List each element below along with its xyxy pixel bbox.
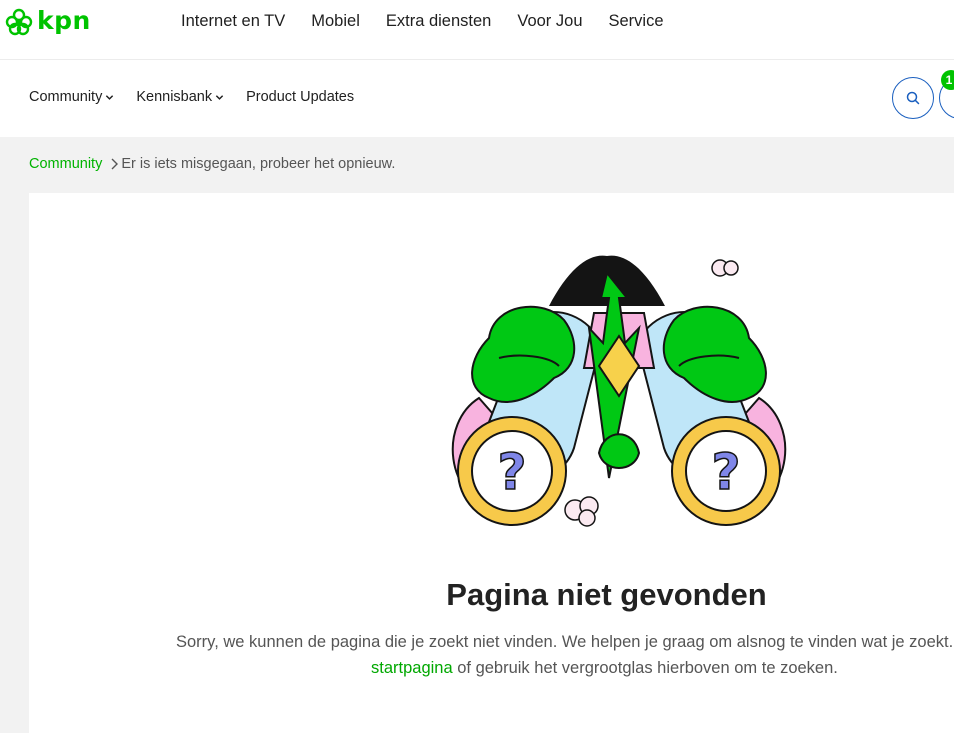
subnav-community-label: Community — [29, 89, 103, 105]
svg-text:?: ? — [711, 443, 740, 501]
community-navigation-bar: Community Kennisbank Product Updates 1 — [0, 60, 954, 137]
error-message: Sorry, we kunnen de pagina die je zoekt … — [176, 633, 954, 651]
top-navigation-bar: kpn Internet en TV Mobiel Extra diensten… — [0, 0, 954, 60]
nav-extra-diensten[interactable]: Extra diensten — [386, 12, 491, 31]
binoculars-question-icon: ? ? — [451, 255, 787, 527]
svg-text:?: ? — [497, 443, 526, 501]
notification-badge: 1 — [941, 70, 954, 90]
search-icon — [906, 91, 920, 105]
error-help-suffix: of gebruik het vergrootglas hierboven om… — [452, 659, 838, 677]
breadcrumb-current: Er is iets misgegaan, probeer het opnieu… — [121, 156, 396, 172]
nav-internet-en-tv[interactable]: Internet en TV — [181, 12, 285, 31]
chevron-down-icon — [215, 94, 224, 100]
subnav-product-updates-label: Product Updates — [246, 89, 355, 105]
logo-text: kpn — [37, 6, 91, 35]
subnav-product-updates[interactable]: Product Updates — [246, 89, 354, 105]
nav-mobiel[interactable]: Mobiel — [311, 12, 360, 31]
breadcrumb-community-link[interactable]: Community — [29, 156, 102, 172]
chevron-right-icon — [110, 158, 119, 170]
kpn-crown-icon — [5, 8, 33, 36]
subnav-kennisbank-label: Kennisbank — [136, 89, 213, 105]
breadcrumb: Community Er is iets misgegaan, probeer … — [29, 156, 395, 172]
subnav-kennisbank[interactable]: Kennisbank — [136, 89, 224, 105]
nav-service[interactable]: Service — [609, 12, 664, 31]
kpn-logo[interactable]: kpn — [4, 6, 91, 38]
subnav-community[interactable]: Community — [29, 89, 114, 105]
community-menu: Community Kennisbank Product Updates — [29, 89, 354, 105]
chevron-down-icon — [106, 94, 114, 100]
nav-voor-jou[interactable]: Voor Jou — [517, 12, 582, 31]
page-title: Pagina niet gevonden — [446, 577, 767, 612]
search-button[interactable] — [892, 77, 934, 119]
main-menu: Internet en TV Mobiel Extra diensten Voo… — [181, 12, 664, 31]
homepage-link[interactable]: startpagina — [371, 659, 453, 677]
error-help-text: startpagina of gebruik het vergrootglas … — [371, 659, 838, 678]
error-card: ? ? Pagina niet gevonden Sorry, we kunne… — [29, 193, 954, 733]
